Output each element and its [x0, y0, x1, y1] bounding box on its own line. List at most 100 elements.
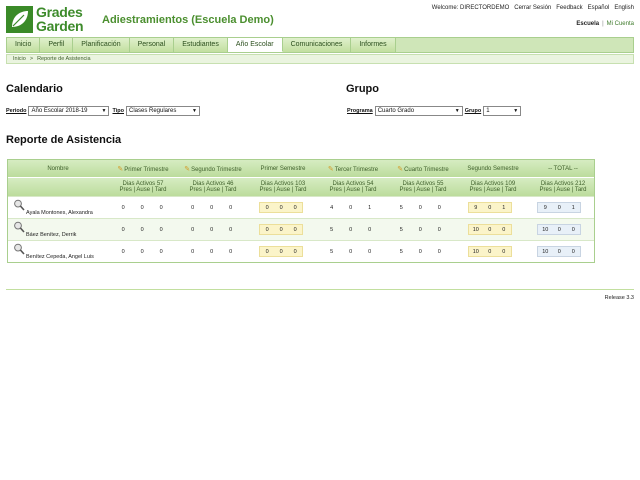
attendance-cell: 0 0 0	[107, 219, 177, 240]
breadcrumb-home[interactable]: Inicio	[13, 55, 26, 63]
chevron-down-icon: ▼	[454, 108, 460, 114]
absent-count: 0	[418, 248, 422, 255]
programa-value: Cuarto Grado	[377, 108, 415, 114]
subcolumn-labels: Pres | Ause | Tard	[399, 187, 447, 193]
account-link[interactable]: Mi Cuenta	[607, 21, 634, 27]
subcolumn-labels: Pres | Ause | Tard	[329, 187, 377, 193]
subcolumn-labels: Pres | Ause | Tard	[259, 187, 307, 193]
chevron-down-icon: ▼	[192, 108, 197, 114]
semester-box: 0 0 0	[259, 202, 304, 213]
tab-informes[interactable]: Informes	[351, 38, 396, 52]
present-count: 9	[543, 204, 547, 211]
pencil-icon[interactable]: ✎	[117, 166, 123, 173]
column-header-period[interactable]: ✎Segundo Trimestre	[178, 160, 248, 177]
present-count: 5	[399, 204, 403, 211]
column-header-name: Nombre	[47, 165, 69, 172]
breadcrumb-current: Reporte de Asistencia	[37, 56, 91, 62]
pencil-icon[interactable]: ✎	[184, 166, 190, 173]
present-count: 5	[399, 248, 403, 255]
semester-box: 10 0 0	[467, 224, 512, 235]
tardy-count: 0	[571, 248, 575, 255]
tab-estudiantes[interactable]: Estudiantes	[174, 38, 228, 52]
present-count: 0	[265, 226, 269, 233]
tab-ano-escolar[interactable]: Año Escolar	[227, 38, 283, 52]
attendance-cell: 0 0 0	[177, 219, 247, 240]
chevron-down-icon: ▼	[101, 108, 107, 114]
tab-planificacion[interactable]: Planificación	[73, 38, 130, 52]
grupo-label: Grupo	[464, 108, 482, 114]
tab-perfil[interactable]: Perfil	[40, 38, 74, 52]
programa-select[interactable]: Cuarto Grado ▼	[374, 106, 463, 116]
english-link[interactable]: English	[614, 5, 634, 11]
group-filters: Programa Cuarto Grado ▼ Grupo 1 ▼	[347, 106, 522, 116]
semester-box: 9 0 1	[467, 202, 512, 213]
tipo-select[interactable]: Clases Regulares ▼	[126, 106, 200, 116]
magnifier-icon[interactable]	[13, 199, 25, 211]
present-count: 10	[472, 248, 479, 255]
release-version: Release 3.3	[604, 295, 634, 301]
logo-leaf-icon	[6, 6, 33, 33]
tab-inicio[interactable]: Inicio	[7, 38, 41, 52]
student-name[interactable]: Ayala Montones, Alexandra	[26, 210, 93, 216]
period-name: Tercer Trimestre	[334, 166, 379, 173]
student-cell: Benítez Cepeda, Angel Luis	[8, 241, 107, 262]
grupo-select[interactable]: 1 ▼	[483, 106, 522, 116]
table-header-days: Dias Activos 57 Pres | Ause | Tard Dias A…	[8, 178, 594, 196]
feedback-link[interactable]: Feedback	[556, 5, 582, 11]
attendance-cell: 10 0 0	[455, 219, 525, 240]
spanish-link[interactable]: Español	[588, 5, 610, 11]
absent-count: 0	[488, 204, 492, 211]
total-box: 10 0 0	[537, 224, 582, 235]
tardy-count: 1	[502, 204, 506, 211]
subcolumn-labels: Pres | Ause | Tard	[539, 187, 587, 193]
student-name[interactable]: Báez Benítez, Derrik	[26, 232, 76, 238]
total-box: 10 0 0	[537, 246, 582, 257]
semester-box: 10 0 0	[467, 246, 512, 257]
tab-personal[interactable]: Personal	[129, 38, 175, 52]
tardy-count: 0	[437, 248, 441, 255]
absent-count: 0	[140, 248, 144, 255]
tardy-count: 0	[159, 226, 163, 233]
absent-count: 0	[557, 226, 561, 233]
column-header-period[interactable]: ✎Cuarto Trimestre	[388, 160, 458, 177]
school-link[interactable]: Escuela	[576, 21, 599, 27]
absent-count: 0	[349, 248, 353, 255]
logo[interactable]: Grades Garden	[6, 5, 94, 34]
total-box: 9 0 1	[537, 202, 582, 213]
column-header-period[interactable]: ✎Primer Trimestre	[108, 160, 178, 177]
column-subheader: Dias Activos 212 Pres | Ause | Tard	[528, 178, 598, 196]
pencil-icon[interactable]: ✎	[328, 166, 334, 173]
present-count: 10	[542, 248, 549, 255]
tardy-count: 0	[437, 204, 441, 211]
column-header-period[interactable]: ✎Tercer Trimestre	[318, 160, 388, 177]
top-links: Welcome: DIRECTORDEMO Cerrar Sesión Feed…	[432, 5, 634, 11]
logo-text: Grades Garden	[36, 5, 84, 33]
magnifier-icon[interactable]	[13, 243, 25, 255]
attendance-cell: 0 0 0	[246, 219, 316, 240]
magnifier-icon[interactable]	[13, 221, 25, 233]
periodo-select[interactable]: Año Escolar 2018-19 ▼	[28, 106, 110, 116]
tab-comunicaciones[interactable]: Comunicaciones	[282, 38, 352, 52]
school-title: Adiestramientos (Escuela Demo)	[102, 14, 274, 26]
calendar-title: Calendario	[6, 83, 63, 95]
student-cell: Báez Benítez, Derrik	[8, 219, 107, 240]
absent-count: 0	[557, 204, 561, 211]
absent-count: 0	[349, 204, 353, 211]
tardy-count: 0	[368, 226, 372, 233]
present-count: 10	[472, 226, 479, 233]
tipo-label: Tipo	[112, 108, 124, 114]
attendance-cell: 9 0 1	[525, 197, 595, 218]
attendance-cell: 5 0 0	[316, 241, 386, 262]
tardy-count: 0	[437, 226, 441, 233]
column-subheader: Dias Activos 103 Pres | Ause | Tard	[248, 178, 318, 196]
student-name[interactable]: Benítez Cepeda, Angel Luis	[26, 254, 94, 260]
attendance-cell: 10 0 0	[525, 219, 595, 240]
present-count: 0	[191, 248, 195, 255]
absent-count: 0	[488, 248, 492, 255]
pencil-icon[interactable]: ✎	[397, 166, 403, 173]
group-title: Grupo	[346, 83, 379, 95]
attendance-cell: 0 0 0	[177, 241, 247, 262]
present-count: 9	[474, 204, 478, 211]
logout-link[interactable]: Cerrar Sesión	[514, 5, 551, 11]
absent-count: 0	[418, 204, 422, 211]
